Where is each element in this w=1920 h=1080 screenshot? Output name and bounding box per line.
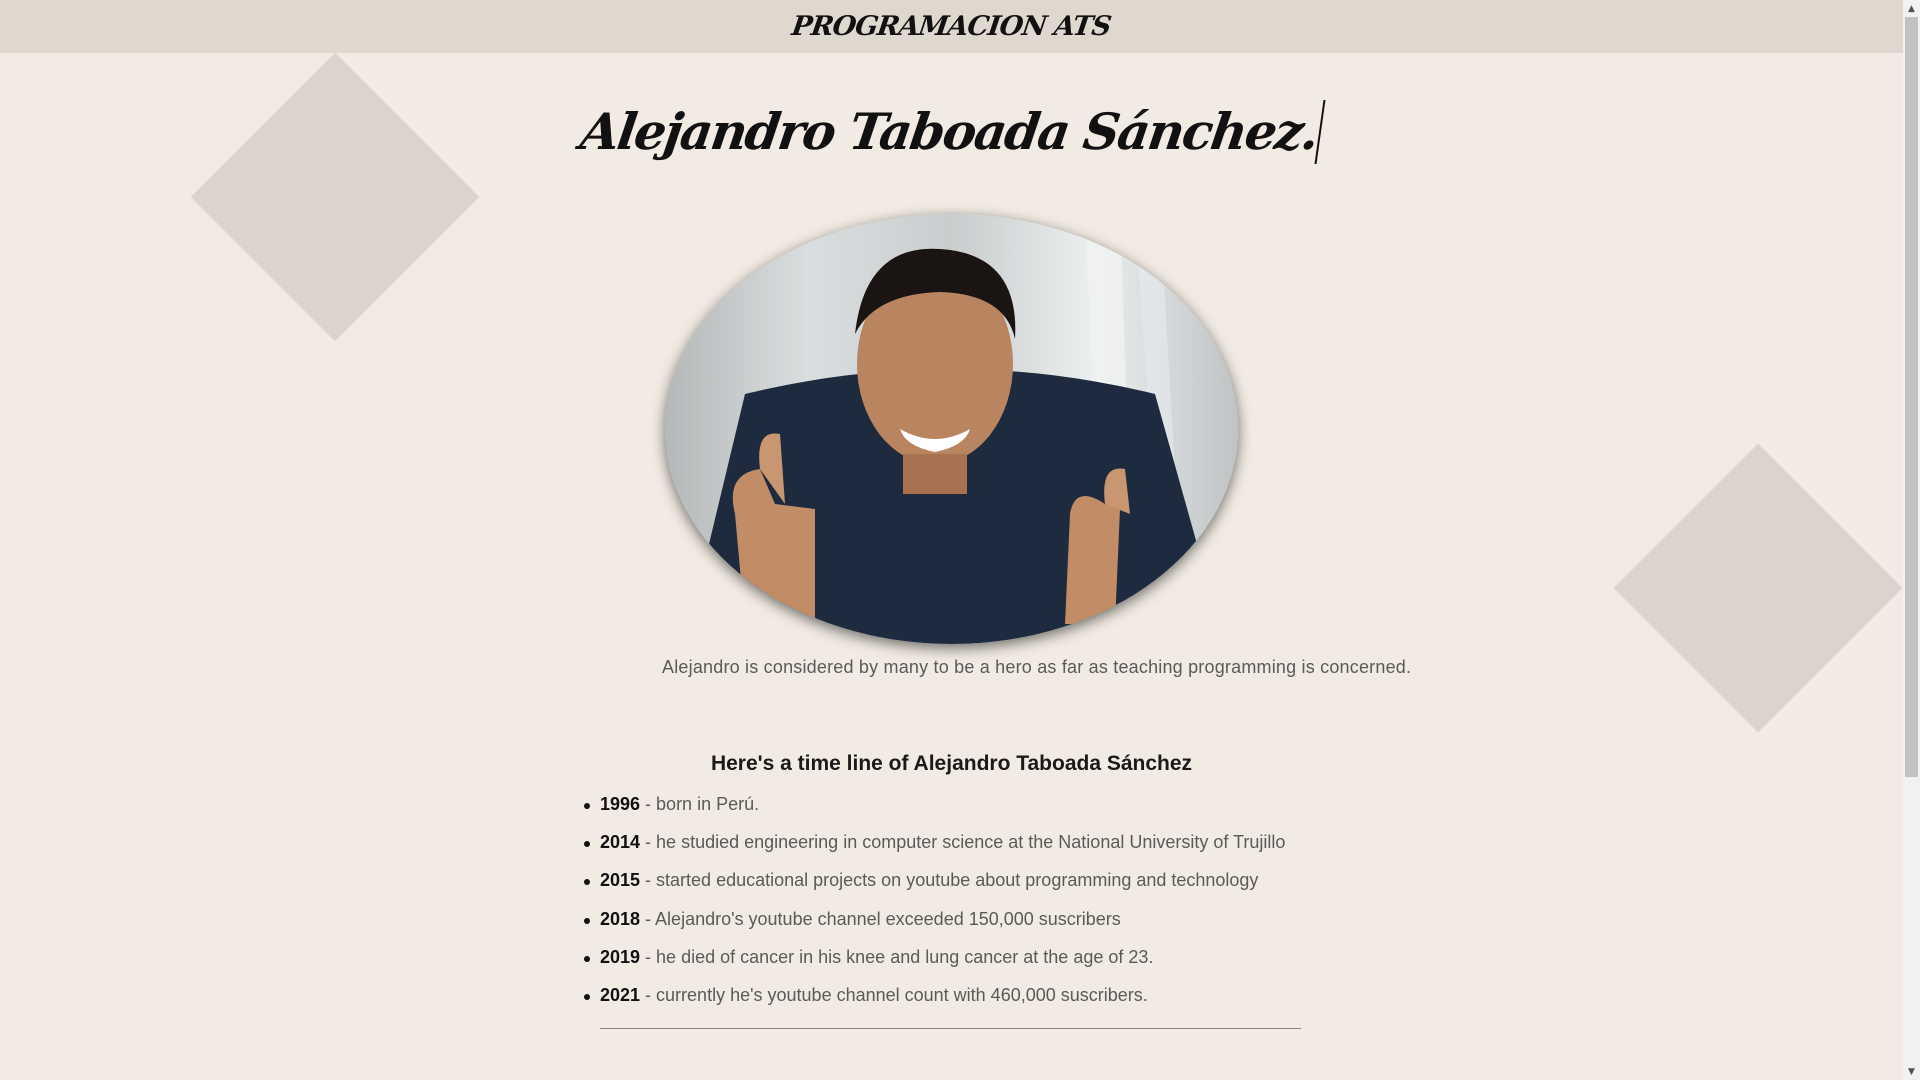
scroll-up-icon[interactable]: ▲ (1903, 0, 1920, 17)
person-image (665, 214, 1238, 644)
timeline-text: - Alejandro's youtube channel exceeded 1… (640, 908, 1121, 929)
brand-title[interactable]: PROGRAMACION ATS (790, 11, 1113, 42)
page-title: Alejandro Taboada Sánchez. (576, 100, 1327, 164)
timeline-item: 2021 - currently he's youtube channel co… (582, 985, 1285, 1023)
scrollbar-thumb[interactable] (1905, 17, 1918, 777)
timeline-text: - he died of cancer in his knee and lung… (640, 946, 1154, 967)
timeline-item: 2015 - started educational projects on y… (582, 870, 1285, 908)
timeline-item: 1996 - born in Perú. (582, 794, 1285, 832)
section-divider (600, 1028, 1301, 1029)
profile-photo (665, 214, 1238, 644)
timeline-item: 2019 - he died of cancer in his knee and… (582, 947, 1285, 985)
timeline-item: 2014 - he studied engineering in compute… (582, 832, 1285, 870)
timeline-year: 2018 (600, 908, 641, 929)
scroll-down-icon[interactable]: ▼ (1903, 1063, 1920, 1080)
top-header: PROGRAMACION ATS (0, 0, 1903, 53)
timeline-year: 2014 (600, 832, 641, 853)
timeline-text: - started educational projects on youtub… (640, 870, 1259, 891)
timeline-year: 2021 (600, 984, 641, 1005)
timeline-text: - he studied engineering in computer sci… (640, 832, 1286, 853)
decorative-diamond-left (190, 52, 480, 342)
timeline-text: - born in Perú. (640, 794, 760, 814)
timeline-year: 1996 (600, 794, 641, 814)
vertical-scrollbar[interactable]: ▲ ▼ (1903, 0, 1920, 1080)
timeline-year: 2015 (600, 870, 641, 891)
timeline-list: 1996 - born in Perú. 2014 - he studied e… (582, 794, 1285, 1023)
timeline-item: 2018 - Alejandro's youtube channel excee… (582, 909, 1285, 947)
hero-caption: Alejandro is considered by many to be a … (662, 657, 1412, 677)
timeline-text: - currently he's youtube channel count w… (640, 984, 1148, 1005)
timeline-year: 2019 (600, 946, 641, 967)
decorative-diamond-right (1613, 443, 1903, 733)
title-wrapper: Alejandro Taboada Sánchez. (0, 100, 1903, 164)
timeline-heading: Here's a time line of Alejandro Taboada … (710, 752, 1193, 775)
